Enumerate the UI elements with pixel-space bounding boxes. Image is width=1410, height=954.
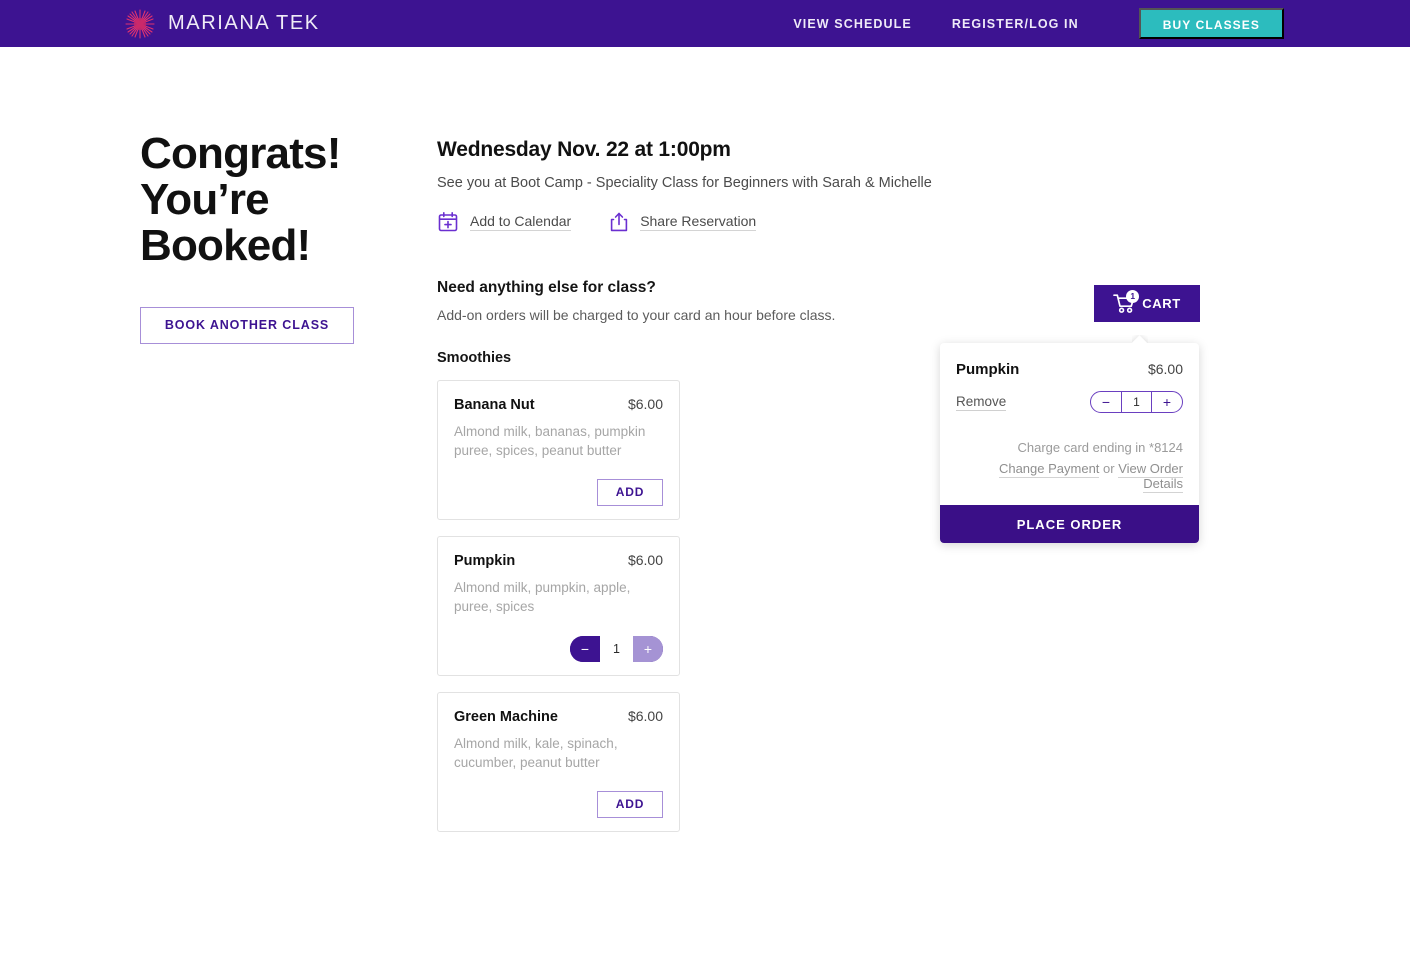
product-card: Green Machine $6.00 Almond milk, kale, s…: [437, 692, 680, 832]
product-header: Pumpkin $6.00: [454, 552, 663, 569]
product-card: Banana Nut $6.00 Almond milk, bananas, p…: [437, 380, 680, 520]
product-action: ADD: [597, 479, 663, 506]
product-name: Pumpkin: [454, 553, 516, 569]
cart-icon-wrapper: 1: [1113, 290, 1140, 314]
view-order-details-link[interactable]: View Order Details: [1118, 461, 1183, 493]
quantity-stepper: − 1 +: [570, 636, 663, 662]
addons-title: Need anything else for class?: [437, 279, 656, 296]
cart-quantity-stepper: − 1 +: [1090, 391, 1183, 413]
cart-item-name: Pumpkin: [956, 361, 1020, 378]
quantity-value[interactable]: 1: [600, 636, 633, 662]
add-to-calendar-label: Add to Calendar: [470, 213, 572, 231]
share-reservation-label: Share Reservation: [640, 213, 757, 231]
cart-decrease-quantity-button[interactable]: −: [1091, 392, 1121, 412]
cart-increase-quantity-button[interactable]: +: [1152, 392, 1182, 412]
share-reservation-action[interactable]: Share Reservation: [609, 211, 757, 233]
book-another-class-button[interactable]: BOOK ANOTHER CLASS: [140, 307, 354, 344]
brand[interactable]: MARIANA TEK: [124, 8, 320, 40]
nav-register-login[interactable]: REGISTER/LOG IN: [932, 17, 1099, 31]
product-price: $6.00: [627, 396, 663, 412]
increase-quantity-button[interactable]: +: [633, 636, 663, 662]
place-order-button[interactable]: PLACE ORDER: [940, 505, 1199, 543]
payment-links: Change Payment or View Order Details: [956, 461, 1183, 493]
cart-item-controls: Remove − 1 +: [956, 391, 1183, 413]
product-description: Almond milk, pumpkin, apple, puree, spic…: [454, 580, 631, 614]
remove-item-link[interactable]: Remove: [956, 394, 1007, 411]
add-to-calendar-action[interactable]: Add to Calendar: [437, 211, 572, 233]
cart-badge-count: 1: [1126, 290, 1140, 303]
cart-panel-caret: [1132, 335, 1148, 343]
site-header: MARIANA TEK VIEW SCHEDULE REGISTER/LOG I…: [0, 0, 1410, 47]
cart-item-price: $6.00: [1147, 361, 1183, 377]
class-datetime: Wednesday Nov. 22 at 1:00pm: [437, 138, 731, 161]
left-column: Congrats! You’re Booked! BOOK ANOTHER CL…: [140, 131, 430, 344]
nav-view-schedule[interactable]: VIEW SCHEDULE: [773, 17, 931, 31]
product-description: Almond milk, kale, spinach, cucumber, pe…: [454, 736, 618, 770]
add-to-cart-button[interactable]: ADD: [597, 791, 663, 818]
change-payment-link[interactable]: Change Payment: [998, 461, 1100, 478]
product-name: Banana Nut: [454, 397, 535, 413]
cart-button-label: CART: [1142, 296, 1181, 311]
radial-burst-logo-icon: [125, 8, 155, 39]
cart-quantity-value[interactable]: 1: [1121, 392, 1152, 412]
product-action: − 1 +: [570, 636, 663, 662]
page-title: Congrats! You’re Booked!: [140, 129, 341, 270]
brand-name: MARIANA TEK: [168, 12, 320, 34]
cart-item-header: Pumpkin $6.00: [956, 361, 1183, 378]
addons-subtitle: Add-on orders will be charged to your ca…: [437, 307, 836, 323]
product-price: $6.00: [627, 708, 663, 724]
reservation-actions: Add to Calendar Share Reservation: [437, 211, 1207, 233]
charge-card-note: Charge card ending in *8124: [1017, 440, 1183, 455]
product-header: Banana Nut $6.00: [454, 396, 663, 413]
or-separator: or: [1099, 461, 1119, 476]
product-action: ADD: [597, 791, 663, 818]
cart-dropdown-panel: Pumpkin $6.00 Remove − 1 + Charge card e…: [940, 343, 1199, 543]
share-icon: [610, 212, 628, 232]
decrease-quantity-button[interactable]: −: [570, 636, 600, 662]
product-header: Green Machine $6.00: [454, 708, 663, 725]
calendar-plus-icon: [438, 211, 458, 232]
product-grid: Banana Nut $6.00 Almond milk, bananas, p…: [437, 380, 937, 832]
product-price: $6.00: [627, 552, 663, 568]
add-to-cart-button[interactable]: ADD: [597, 479, 663, 506]
cart-panel-body: Pumpkin $6.00 Remove − 1 + Charge card e…: [940, 343, 1199, 505]
product-card: Pumpkin $6.00 Almond milk, pumpkin, appl…: [437, 536, 680, 676]
class-description: See you at Boot Camp - Speciality Class …: [437, 175, 932, 191]
product-description: Almond milk, bananas, pumpkin puree, spi…: [454, 424, 646, 458]
cart-button[interactable]: 1 CART: [1094, 285, 1200, 322]
product-name: Green Machine: [454, 709, 558, 725]
primary-nav: VIEW SCHEDULE REGISTER/LOG IN BUY CLASSE…: [773, 8, 1284, 39]
buy-classes-button[interactable]: BUY CLASSES: [1138, 8, 1284, 39]
